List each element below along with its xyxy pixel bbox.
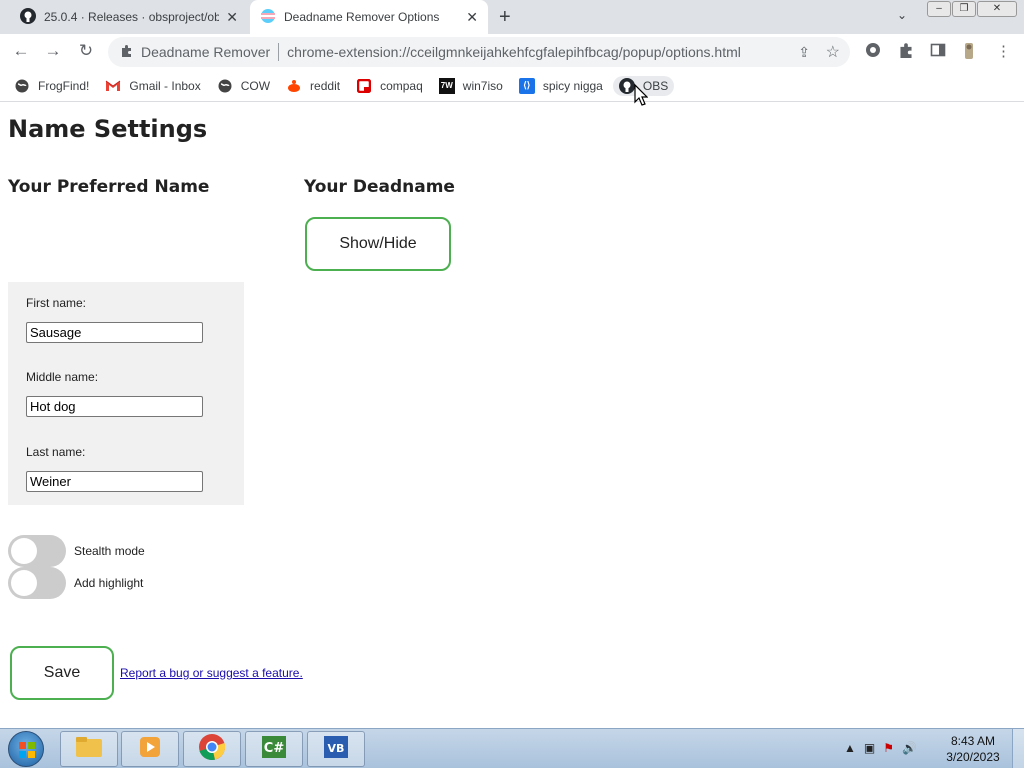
save-button[interactable]: Save bbox=[10, 646, 114, 700]
puzzle-icon bbox=[120, 44, 133, 60]
divider bbox=[278, 43, 280, 61]
bookmark-cow[interactable]: COW bbox=[217, 78, 270, 94]
extension-icon[interactable] bbox=[865, 42, 881, 62]
globe-icon bbox=[217, 78, 233, 94]
vb-taskbar-button[interactable]: VB bbox=[307, 731, 365, 767]
bookmark-frogfind[interactable]: FrogFind! bbox=[14, 78, 89, 94]
vb-icon: VB bbox=[322, 734, 350, 765]
stealth-mode-toggle[interactable] bbox=[8, 535, 66, 567]
globe-icon bbox=[14, 78, 30, 94]
win7iso-icon: 7W bbox=[438, 77, 455, 94]
reload-button[interactable]: ↻ bbox=[75, 41, 97, 61]
system-tray: ▲ ▣ ⚑ 🔊 bbox=[844, 741, 917, 755]
share-icon[interactable]: ⇪ bbox=[798, 44, 810, 61]
address-bar[interactable]: Deadname Remover chrome-extension://ccei… bbox=[108, 37, 850, 67]
volume-icon[interactable]: 🔊 bbox=[902, 741, 917, 755]
csharp-taskbar-button[interactable]: C# bbox=[245, 731, 303, 767]
tab-title: 25.0.4 · Releases · obsproject/obs-studi… bbox=[44, 10, 219, 24]
tab-strip: 25.0.4 · Releases · obsproject/obs-studi… bbox=[0, 0, 1024, 34]
svg-text:VB: VB bbox=[328, 742, 345, 755]
reddit-icon bbox=[286, 78, 302, 94]
clock-time: 8:43 AM bbox=[950, 734, 996, 748]
menu-icon[interactable]: ⋮ bbox=[996, 42, 1011, 60]
tab-deadname-options[interactable]: Deadname Remover Options ✕ bbox=[250, 0, 488, 34]
new-tab-button[interactable]: + bbox=[499, 6, 511, 28]
media-player-taskbar-button[interactable] bbox=[121, 731, 179, 767]
bookmark-compaq[interactable]: compaq bbox=[356, 78, 423, 94]
chevron-down-icon[interactable]: ⌄ bbox=[897, 8, 907, 22]
bookmark-label: COW bbox=[240, 78, 271, 93]
close-icon[interactable]: ✕ bbox=[466, 9, 478, 26]
page-title: Name Settings bbox=[8, 115, 208, 143]
middle-name-field[interactable] bbox=[26, 396, 203, 417]
gmail-icon bbox=[105, 78, 121, 94]
github-icon bbox=[618, 77, 635, 94]
bookmark-gmail[interactable]: Gmail - Inbox bbox=[105, 78, 201, 94]
close-window-button[interactable]: ✕ bbox=[977, 1, 1017, 17]
window-controls: – ❐ ✕ bbox=[927, 1, 1018, 17]
last-name-field[interactable] bbox=[26, 471, 203, 492]
report-bug-link[interactable]: Report a bug or suggest a feature. bbox=[120, 666, 303, 680]
chevron-up-icon[interactable]: ▲ bbox=[844, 741, 856, 755]
first-name-field[interactable] bbox=[26, 322, 203, 343]
deadname-heading: Your Deadname bbox=[304, 177, 455, 197]
chrome-taskbar-button[interactable] bbox=[183, 731, 241, 767]
trans-flag-icon bbox=[260, 8, 276, 27]
csharp-icon: C# bbox=[260, 734, 288, 765]
back-button[interactable]: ← bbox=[10, 41, 32, 61]
restore-button[interactable]: ❐ bbox=[952, 1, 976, 17]
windows-taskbar: C# VB ▲ ▣ ⚑ 🔊 8:43 AM 3/20/2023 bbox=[0, 728, 1024, 768]
side-panel-icon[interactable] bbox=[930, 42, 946, 62]
preferred-name-heading: Your Preferred Name bbox=[8, 177, 210, 197]
bookmark-label: spicy nigga bbox=[542, 78, 603, 93]
add-highlight-row: Add highlight bbox=[8, 567, 143, 599]
tab-title: Deadname Remover Options bbox=[284, 10, 440, 24]
close-icon[interactable]: ✕ bbox=[226, 9, 238, 26]
compaq-icon bbox=[356, 78, 372, 94]
bookmark-label: Gmail - Inbox bbox=[129, 78, 201, 93]
stealth-mode-row: Stealth mode bbox=[8, 535, 145, 567]
action-center-flag-icon[interactable]: ⚑ bbox=[883, 741, 894, 755]
bookmark-reddit[interactable]: reddit bbox=[286, 78, 340, 94]
forward-button[interactable]: → bbox=[42, 41, 64, 61]
bookmarks-bar: FrogFind! Gmail - Inbox COW reddit compa… bbox=[0, 70, 1024, 102]
star-icon[interactable]: ☆ bbox=[826, 42, 840, 62]
network-icon[interactable]: ▣ bbox=[864, 741, 875, 755]
url-text: chrome-extension://cceilgmnkeijahkehfcgf… bbox=[287, 44, 741, 60]
middle-name-label: Middle name: bbox=[26, 370, 99, 384]
stealth-mode-label: Stealth mode bbox=[74, 544, 145, 558]
bookmark-label: reddit bbox=[310, 78, 341, 93]
system-clock[interactable]: 8:43 AM 3/20/2023 bbox=[940, 733, 1006, 765]
bookmark-spicy[interactable]: ⟨⟩ spicy nigga bbox=[518, 77, 603, 94]
toggle-knob bbox=[11, 570, 37, 596]
media-player-icon bbox=[137, 734, 163, 765]
bookmark-win7iso[interactable]: 7W win7iso bbox=[438, 77, 503, 94]
bookmark-label: FrogFind! bbox=[38, 78, 90, 93]
first-name-label: First name: bbox=[26, 296, 87, 310]
start-button[interactable] bbox=[8, 731, 44, 767]
add-highlight-toggle[interactable] bbox=[8, 567, 66, 599]
bookmark-label: compaq bbox=[380, 78, 423, 93]
github-icon bbox=[20, 7, 36, 27]
tab-obs-releases[interactable]: 25.0.4 · Releases · obsproject/obs-studi… bbox=[8, 0, 248, 34]
extensions-puzzle-icon[interactable] bbox=[898, 42, 914, 62]
show-hide-button[interactable]: Show/Hide bbox=[305, 217, 451, 271]
bookmark-label: win7iso bbox=[462, 78, 503, 93]
preferred-name-panel: First name: Middle name: Last name: bbox=[8, 282, 244, 505]
folder-icon bbox=[74, 735, 104, 764]
code-icon: ⟨⟩ bbox=[518, 77, 535, 94]
toggle-knob bbox=[11, 538, 37, 564]
svg-text:C#: C# bbox=[264, 741, 285, 756]
browser-toolbar: ← → ↻ Deadname Remover chrome-extension:… bbox=[0, 34, 1024, 70]
last-name-label: Last name: bbox=[26, 445, 86, 459]
minimize-button[interactable]: – bbox=[927, 1, 951, 17]
options-page: Name Settings Your Preferred Name Your D… bbox=[0, 103, 1024, 728]
chrome-icon bbox=[197, 732, 227, 767]
add-highlight-label: Add highlight bbox=[74, 576, 144, 590]
extension-name: Deadname Remover bbox=[141, 44, 271, 60]
explorer-taskbar-button[interactable] bbox=[60, 731, 118, 767]
show-desktop-button[interactable] bbox=[1012, 729, 1024, 768]
clock-date: 3/20/2023 bbox=[946, 750, 1000, 764]
profile-avatar[interactable] bbox=[961, 42, 977, 64]
